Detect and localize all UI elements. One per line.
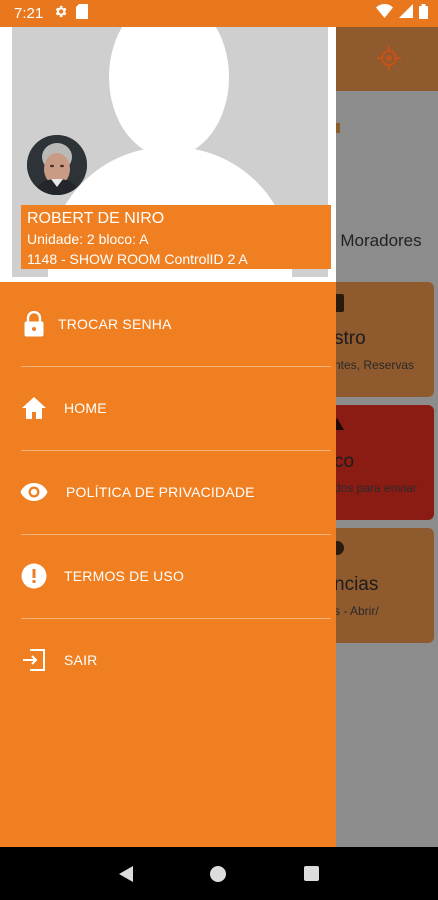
back-icon[interactable] xyxy=(118,865,133,882)
wifi-icon xyxy=(376,4,393,23)
card-subtitle: dos para enviar xyxy=(334,481,417,495)
menu-item-termos-uso[interactable]: TERMOS DE USO xyxy=(0,534,336,618)
background-moradores-text: r Moradores xyxy=(330,231,422,250)
menu-item-trocar-senha[interactable]: TROCAR SENHA xyxy=(0,282,336,366)
system-navigation-bar xyxy=(0,847,438,900)
card-title: stro xyxy=(334,328,366,349)
user-unit: Unidade: 2 bloco: A xyxy=(27,231,149,247)
logout-icon xyxy=(20,646,48,674)
menu-label: TERMOS DE USO xyxy=(64,568,185,584)
status-time: 7:21 xyxy=(14,5,44,22)
background-card-cadastro: stro ntes, Reservas xyxy=(320,282,434,397)
cover-edge xyxy=(8,27,12,277)
home-icon xyxy=(20,394,48,422)
eye-icon xyxy=(20,478,48,506)
card-title: co xyxy=(334,451,355,472)
user-name: ROBERT DE NIRO xyxy=(27,210,165,227)
user-avatar[interactable] xyxy=(27,135,87,195)
location-target-icon xyxy=(376,45,402,76)
recents-icon[interactable] xyxy=(304,866,320,881)
background-card-alert: co dos para enviar xyxy=(320,405,434,520)
drawer-menu: TROCAR SENHA HOME POLÍTICA DE PRIVACIDAD… xyxy=(0,282,336,702)
battery-icon xyxy=(419,3,428,24)
card-title: ncias xyxy=(334,574,379,595)
menu-item-politica-privacidade[interactable]: POLÍTICA DE PRIVACIDADE xyxy=(0,450,336,534)
navigation-drawer: ROBERT DE NIRO Unidade: 2 bloco: A 1148 … xyxy=(0,27,336,847)
menu-label: HOME xyxy=(64,400,107,416)
menu-label: TROCAR SENHA xyxy=(58,316,172,332)
menu-label: POLÍTICA DE PRIVACIDADE xyxy=(66,484,255,500)
status-bar: 7:21 xyxy=(0,0,438,27)
sd-card-icon xyxy=(76,3,89,24)
background-card-ocorrencias: ncias s - Abrir/ xyxy=(320,528,434,643)
user-location: 1148 - SHOW ROOM ControlID 2 A xyxy=(27,251,248,267)
silhouette-head-shape xyxy=(109,27,229,157)
card-subtitle: s - Abrir/ xyxy=(334,604,379,618)
menu-item-sair[interactable]: SAIR xyxy=(0,618,336,702)
card-subtitle: ntes, Reservas xyxy=(334,358,415,372)
settings-gear-icon xyxy=(53,4,68,24)
home-circle-icon[interactable] xyxy=(210,865,227,882)
lock-icon xyxy=(20,310,48,338)
alert-icon xyxy=(20,562,48,590)
user-info-box: ROBERT DE NIRO Unidade: 2 bloco: A 1148 … xyxy=(21,205,331,269)
drawer-header: ROBERT DE NIRO Unidade: 2 bloco: A 1148 … xyxy=(0,27,336,282)
menu-label: SAIR xyxy=(64,652,98,668)
signal-icon xyxy=(399,4,413,23)
menu-item-home[interactable]: HOME xyxy=(0,366,336,450)
